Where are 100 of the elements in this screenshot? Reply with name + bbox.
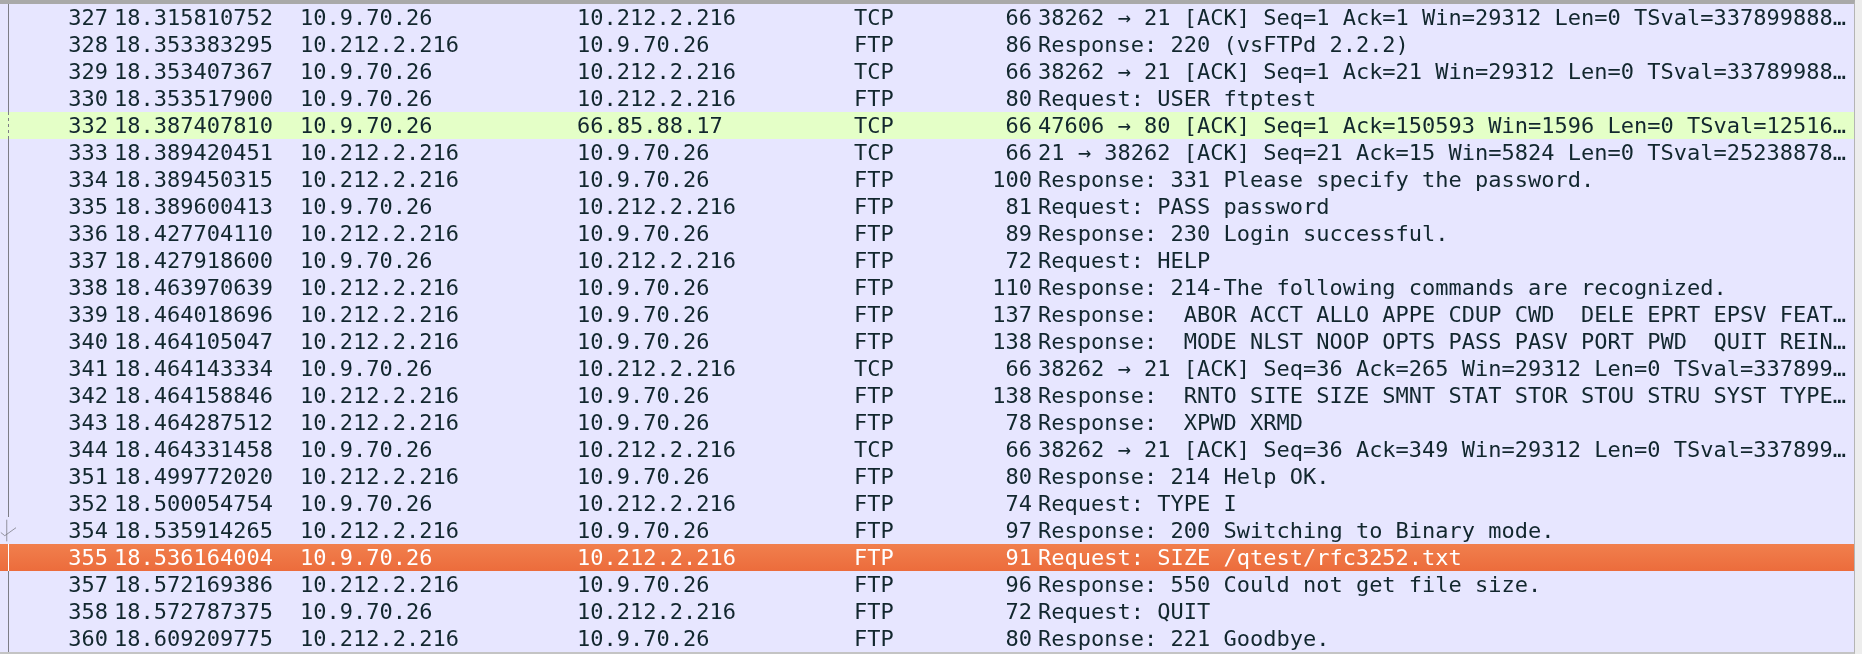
destination-address: 66.85.88.17 [577,112,723,139]
packet-info: 38262 → 21 [ACK] Seq=36 Ack=349 Win=29312 Len=0 TSval=337899… [1038,436,1846,463]
protocol-name: FTP [854,166,894,193]
packet-length: 100 [992,166,1032,193]
protocol-name: FTP [854,625,894,652]
source-address: 10.212.2.216 [300,625,459,652]
frame-number: 342 [68,382,108,409]
frame-number: 354 [68,517,108,544]
packet-info: Response: 550 Could not get file size. [1038,571,1542,598]
frame-number: 358 [68,598,108,625]
timestamp: 18.464018696 [114,301,273,328]
source-address: 10.9.70.26 [300,4,433,31]
packet-info: Response: 331 Please specify the password. [1038,166,1595,193]
packet-info: 38262 → 21 [ACK] Seq=1 Ack=21 Win=29312 Len=0 TSval=33789988… [1038,58,1846,85]
timestamp: 18.464158846 [114,382,273,409]
protocol-name: FTP [854,517,894,544]
packet-info: Response: MODE NLST NOOP OPTS PASS PASV PORT PWD QUIT REIN… [1038,328,1846,355]
packet-info: Response: 200 Switching to Binary mode. [1038,517,1555,544]
packet-length: 72 [1005,598,1032,625]
source-address: 10.9.70.26 [300,544,433,571]
destination-address: 10.9.70.26 [577,517,710,544]
frame-number: 335 [68,193,108,220]
destination-address: 10.212.2.216 [577,193,736,220]
packet-length: 66 [1005,4,1032,31]
packet-length: 138 [992,382,1032,409]
destination-address: 10.9.70.26 [577,139,710,166]
packet-info: Response: 221 Goodbye. [1038,625,1330,652]
packet-length: 78 [1005,409,1032,436]
timestamp: 18.464287512 [114,409,273,436]
timestamp: 18.427918600 [114,247,273,274]
packet-length: 91 [1005,544,1032,571]
frame-number: 344 [68,436,108,463]
frame-number: 357 [68,571,108,598]
packet-info: Response: 230 Login successful. [1038,220,1449,247]
destination-address: 10.212.2.216 [577,544,736,571]
frame-number: 339 [68,301,108,328]
destination-address: 10.212.2.216 [577,436,736,463]
source-address: 10.9.70.26 [300,193,433,220]
frame-number: 332 [68,112,108,139]
destination-address: 10.9.70.26 [577,382,710,409]
frame-number: 333 [68,139,108,166]
timestamp: 18.353517900 [114,85,273,112]
frame-number: 355 [68,544,108,571]
destination-address: 10.9.70.26 [577,301,710,328]
destination-address: 10.212.2.216 [577,247,736,274]
timestamp: 18.535914265 [114,517,273,544]
packet-info: Request: USER ftptest [1038,85,1317,112]
timestamp: 18.572169386 [114,571,273,598]
packet-length: 110 [992,274,1032,301]
protocol-name: FTP [854,31,894,58]
source-address: 10.9.70.26 [300,58,433,85]
frame-number: 329 [68,58,108,85]
packet-length: 89 [1005,220,1032,247]
packet-info: 38262 → 21 [ACK] Seq=1 Ack=1 Win=29312 Len=0 TSval=337899888… [1038,4,1846,31]
destination-address: 10.9.70.26 [577,625,710,652]
timestamp: 18.427704110 [114,220,273,247]
packet-info: Response: 214 Help OK. [1038,463,1330,490]
destination-address: 10.9.70.26 [577,409,710,436]
packet-length: 74 [1005,490,1032,517]
source-address: 10.212.2.216 [300,220,459,247]
frame-number: 343 [68,409,108,436]
packet-info: 38262 → 21 [ACK] Seq=36 Ack=265 Win=29312 Len=0 TSval=337899… [1038,355,1846,382]
packet-row[interactable]: 332 18.387407810 10.9.70.26 66.85.88.17 TCP 66 47606 → 80 [ACK] Seq=1 Ack=150593 Win=1596 Len=0 TSval=12516… [0,112,1854,139]
packet-length: 66 [1005,112,1032,139]
source-address: 10.212.2.216 [300,328,459,355]
packet-length: 97 [1005,517,1032,544]
frame-number: 338 [68,274,108,301]
packet-length: 86 [1005,31,1032,58]
protocol-name: TCP [854,355,894,382]
destination-address: 10.9.70.26 [577,328,710,355]
packet-length: 72 [1005,247,1032,274]
timestamp: 18.536164004 [114,544,273,571]
timestamp: 18.499772020 [114,463,273,490]
source-address: 10.212.2.216 [300,382,459,409]
protocol-name: FTP [854,409,894,436]
packet-info: Request: SIZE /qtest/rfc3252.txt [1038,544,1462,571]
frame-number: 360 [68,625,108,652]
timestamp: 18.464105047 [114,328,273,355]
protocol-name: FTP [854,220,894,247]
destination-address: 10.212.2.216 [577,598,736,625]
packet-length: 66 [1005,355,1032,382]
destination-address: 10.212.2.216 [577,490,736,517]
timestamp: 18.315810752 [114,4,273,31]
packet-length: 137 [992,301,1032,328]
frame-number: 327 [68,4,108,31]
protocol-name: TCP [854,58,894,85]
destination-address: 10.212.2.216 [577,85,736,112]
protocol-name: FTP [854,463,894,490]
destination-address: 10.9.70.26 [577,463,710,490]
protocol-name: FTP [854,85,894,112]
packet-length: 138 [992,328,1032,355]
timestamp: 18.464331458 [114,436,273,463]
packet-info: 47606 → 80 [ACK] Seq=1 Ack=150593 Win=1596 Len=0 TSval=12516… [1038,112,1846,139]
source-address: 10.212.2.216 [300,517,459,544]
protocol-name: TCP [854,4,894,31]
timestamp: 18.464143334 [114,355,273,382]
source-address: 10.9.70.26 [300,490,433,517]
protocol-name: FTP [854,571,894,598]
packet-info: Response: ABOR ACCT ALLO APPE CDUP CWD DELE EPRT EPSV FEAT… [1038,301,1846,328]
protocol-name: TCP [854,112,894,139]
